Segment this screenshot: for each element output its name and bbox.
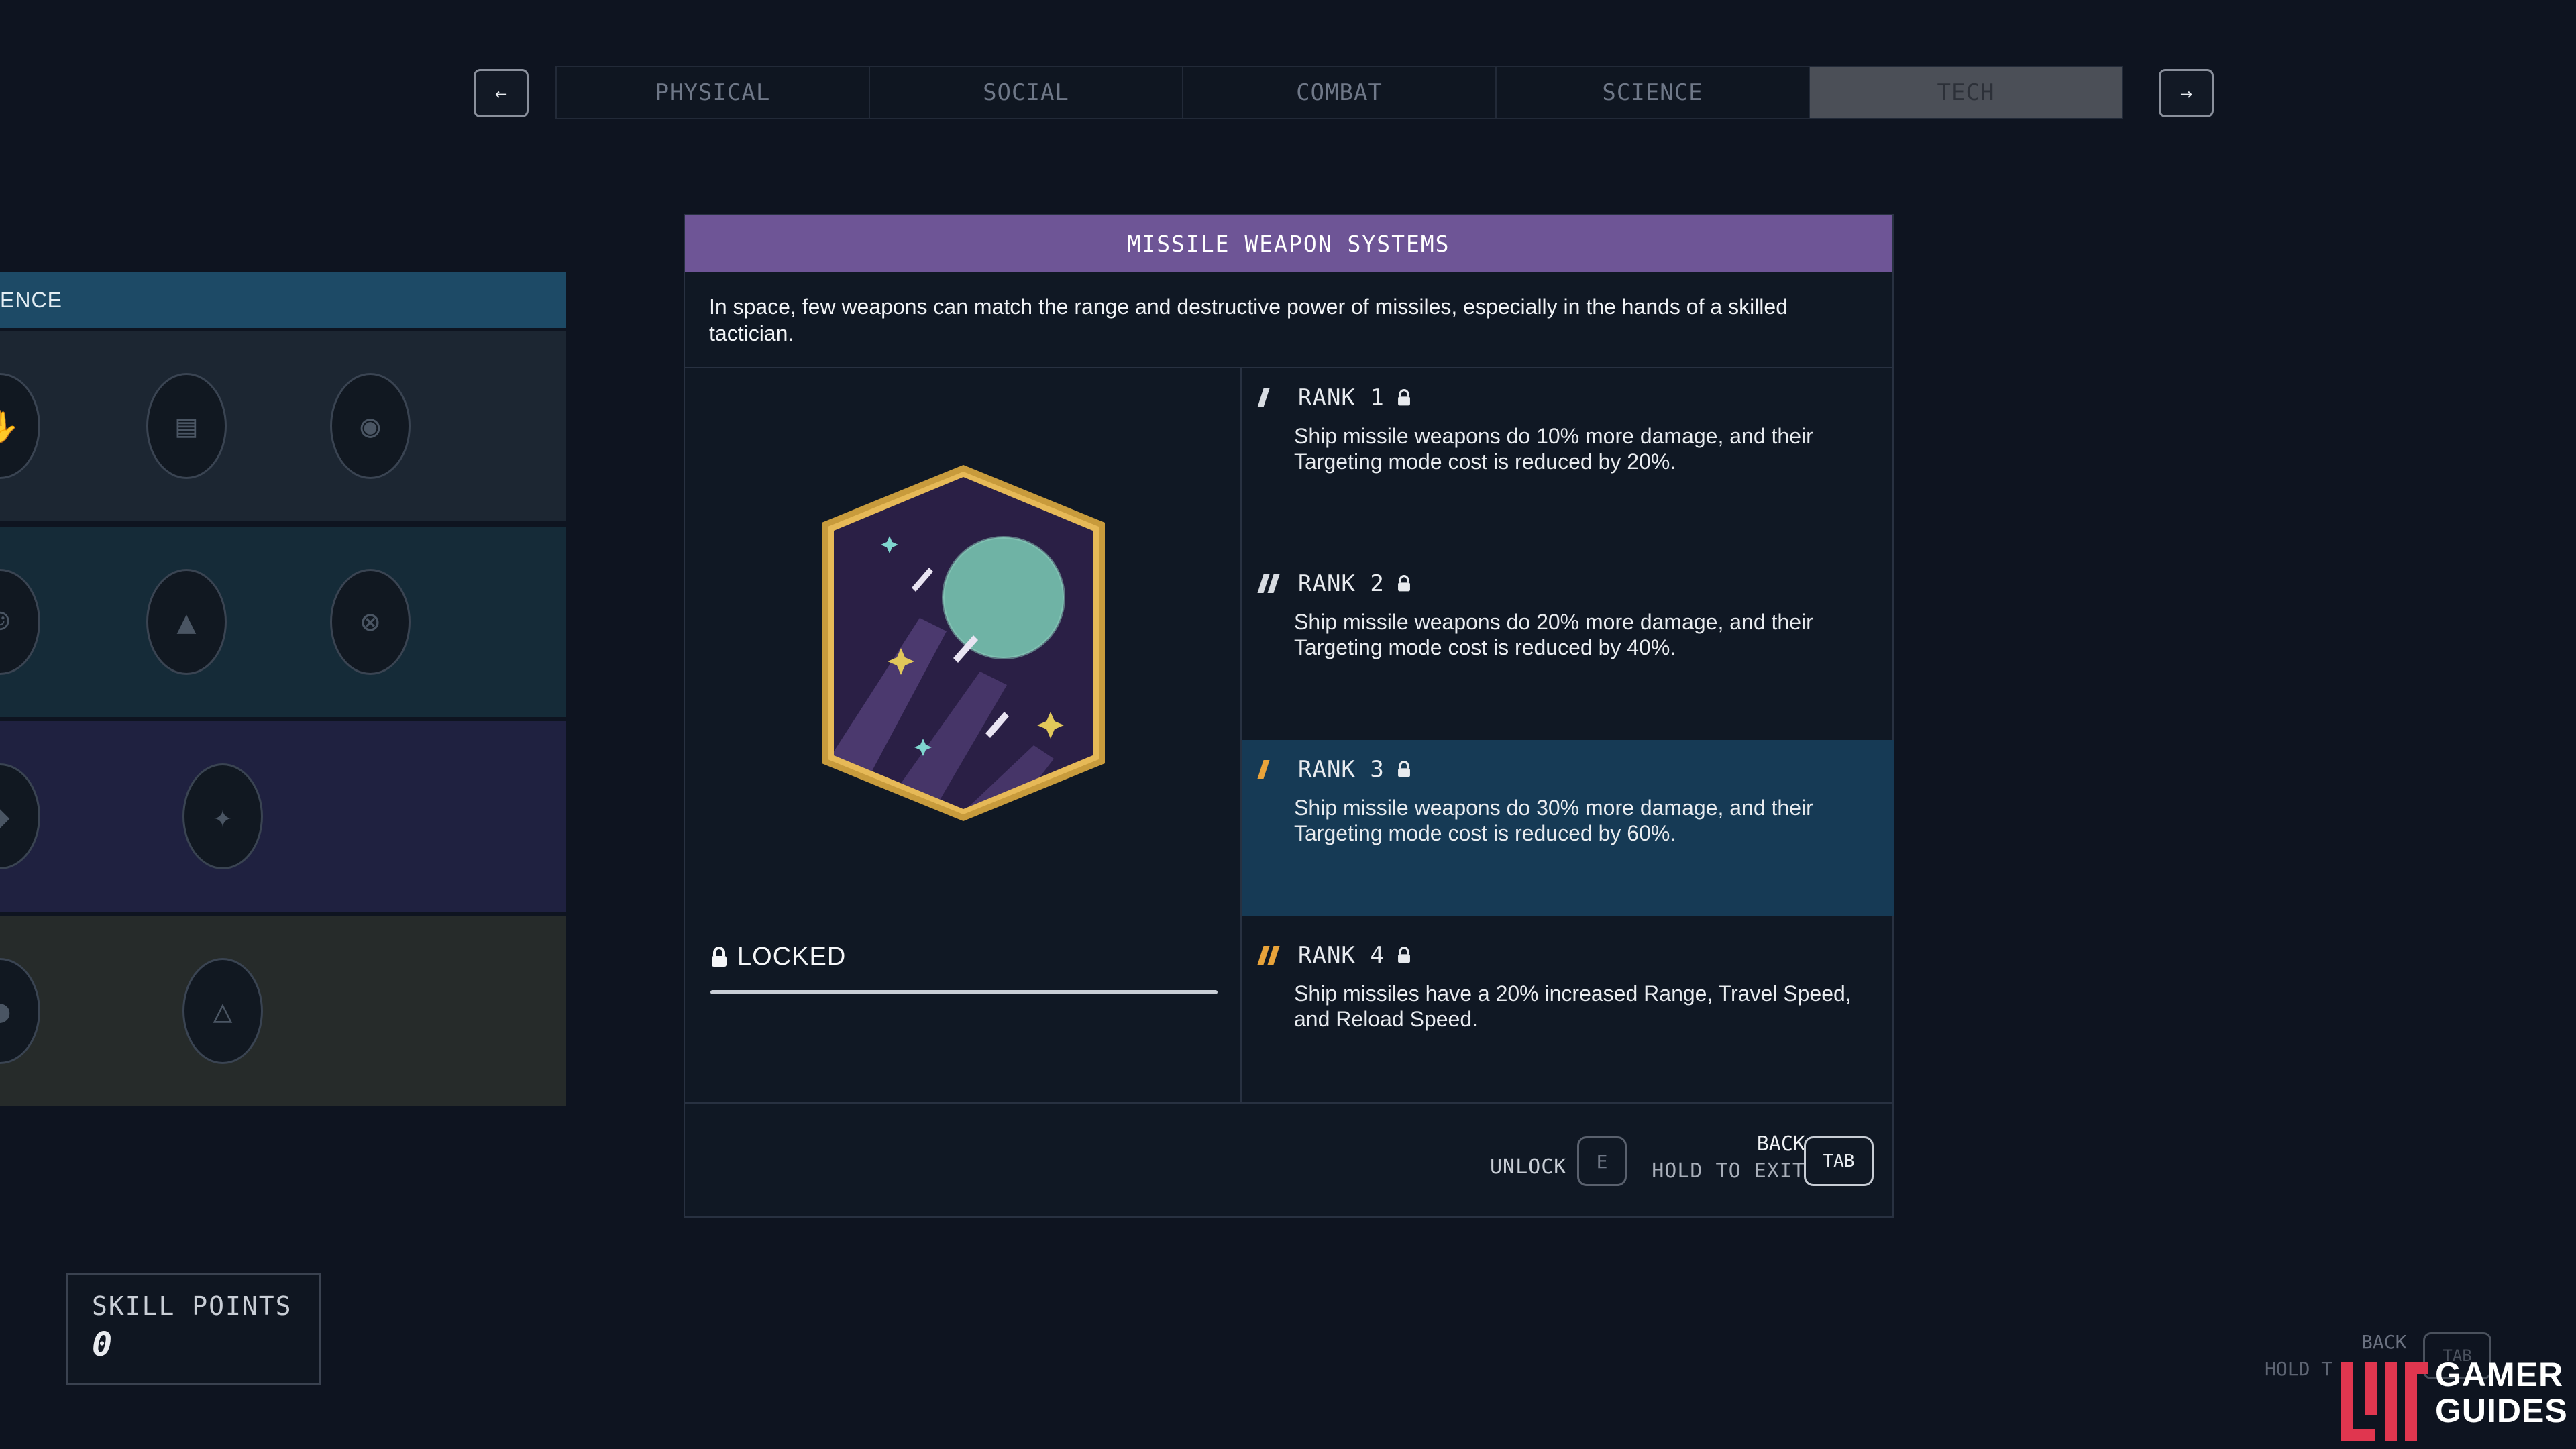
lock-icon xyxy=(1397,389,1410,406)
previous-category-button[interactable]: ← xyxy=(474,69,529,117)
rank-label: RANK 3 xyxy=(1298,756,1385,783)
skill-signal-icon[interactable]: ◉ xyxy=(330,373,411,479)
gamer-guides-logo-icon xyxy=(2341,1362,2428,1441)
panel-footer: UNLOCK E BACK HOLD TO EXIT TAB xyxy=(685,1103,1892,1218)
tab-science[interactable]: SCIENCE xyxy=(1497,67,1810,118)
lock-icon xyxy=(1397,575,1410,592)
lock-icon xyxy=(1397,761,1410,777)
lock-icon xyxy=(712,946,727,967)
skill-engine-icon[interactable]: ● xyxy=(0,958,40,1064)
rank-1[interactable]: RANK 1 Ship missile weapons do 10% more … xyxy=(1242,368,1894,553)
tab-physical[interactable]: PHYSICAL xyxy=(557,67,870,118)
skill-title: MISSILE WEAPON SYSTEMS xyxy=(685,215,1892,272)
skill-ship-icon[interactable]: ▲ xyxy=(146,569,227,675)
unlock-button[interactable]: E xyxy=(1577,1136,1627,1186)
rank-3[interactable]: RANK 3 Ship missile weapons do 30% more … xyxy=(1242,740,1894,916)
rank-marker-icon xyxy=(1257,574,1286,593)
skill-points-value: 0 xyxy=(92,1325,113,1364)
hold-to-exit-label: HOLD TO EXIT xyxy=(1652,1159,1805,1183)
unlock-label: UNLOCK xyxy=(1490,1155,1567,1179)
skill-tier-2: ☺ ▲ ⊗ xyxy=(0,527,566,717)
gamer-guides-logo: GAMER GUIDES xyxy=(2334,1342,2576,1449)
locked-status: LOCKED xyxy=(710,943,846,971)
skill-tier-1: ✋ ▤ ◉ xyxy=(0,331,566,521)
skill-astronaut-icon[interactable]: ☺ xyxy=(0,569,40,675)
rank-marker-icon xyxy=(1257,760,1286,779)
tab-combat[interactable]: COMBAT xyxy=(1183,67,1497,118)
rank-description: Ship missile weapons do 20% more damage,… xyxy=(1294,610,1813,659)
rank-label: RANK 1 xyxy=(1298,384,1385,411)
back-button[interactable]: TAB xyxy=(1804,1136,1874,1186)
watermark-line-2: GUIDES xyxy=(2435,1392,2568,1430)
skill-tree-header-label: ENCE xyxy=(0,287,62,312)
rank-label: RANK 2 xyxy=(1298,570,1385,597)
skill-design-icon[interactable]: △ xyxy=(182,958,263,1064)
skill-tier-3: ◆ ✦ xyxy=(0,721,566,912)
lock-icon xyxy=(1397,947,1410,963)
watermark-line-1: GAMER xyxy=(2435,1356,2564,1393)
rank-4[interactable]: RANK 4 Ship missiles have a 20% increase… xyxy=(1242,926,1894,1111)
skill-description: In space, few weapons can match the rang… xyxy=(709,294,1788,345)
skill-targeting-icon[interactable]: ⊗ xyxy=(330,569,411,675)
skill-tier-4: ● △ xyxy=(0,916,566,1106)
skill-points-box: SKILL POINTS 0 xyxy=(66,1273,321,1385)
rank-label: RANK 4 xyxy=(1298,942,1385,969)
skill-manual-icon[interactable]: ▤ xyxy=(146,373,227,479)
rank-progress-bar xyxy=(710,990,1218,994)
tab-tech[interactable]: TECH xyxy=(1810,67,2122,118)
skill-missile-weapons-icon[interactable]: ✦ xyxy=(182,763,263,869)
tab-social[interactable]: SOCIAL xyxy=(870,67,1183,118)
rank-marker-icon xyxy=(1257,388,1286,407)
back-label: BACK xyxy=(1756,1132,1805,1156)
rank-description: Ship missile weapons do 10% more damage,… xyxy=(1294,424,1813,474)
ghost-hold-label: HOLD T xyxy=(2265,1358,2333,1380)
next-category-button[interactable]: → xyxy=(2159,69,2214,117)
skill-vehicle-icon[interactable]: ◆ xyxy=(0,763,40,869)
skill-points-label: SKILL POINTS xyxy=(92,1291,292,1321)
rank-description: Ship missile weapons do 30% more damage,… xyxy=(1294,796,1813,845)
rank-marker-icon xyxy=(1257,946,1286,965)
missile-patch-icon xyxy=(822,465,1105,821)
skill-glove-icon[interactable]: ✋ xyxy=(0,373,40,479)
skill-detail-panel: MISSILE WEAPON SYSTEMS In space, few wea… xyxy=(684,214,1894,1218)
arrow-right-icon: → xyxy=(2180,81,2193,105)
category-tabs: PHYSICAL SOCIAL COMBAT SCIENCE TECH xyxy=(555,66,2123,119)
arrow-left-icon: ← xyxy=(494,81,508,105)
locked-label: LOCKED xyxy=(737,943,847,971)
rank-description: Ship missiles have a 20% increased Range… xyxy=(1294,981,1851,1031)
skill-tree-header: ENCE xyxy=(0,272,566,328)
rank-2[interactable]: RANK 2 Ship missile weapons do 20% more … xyxy=(1242,554,1894,739)
